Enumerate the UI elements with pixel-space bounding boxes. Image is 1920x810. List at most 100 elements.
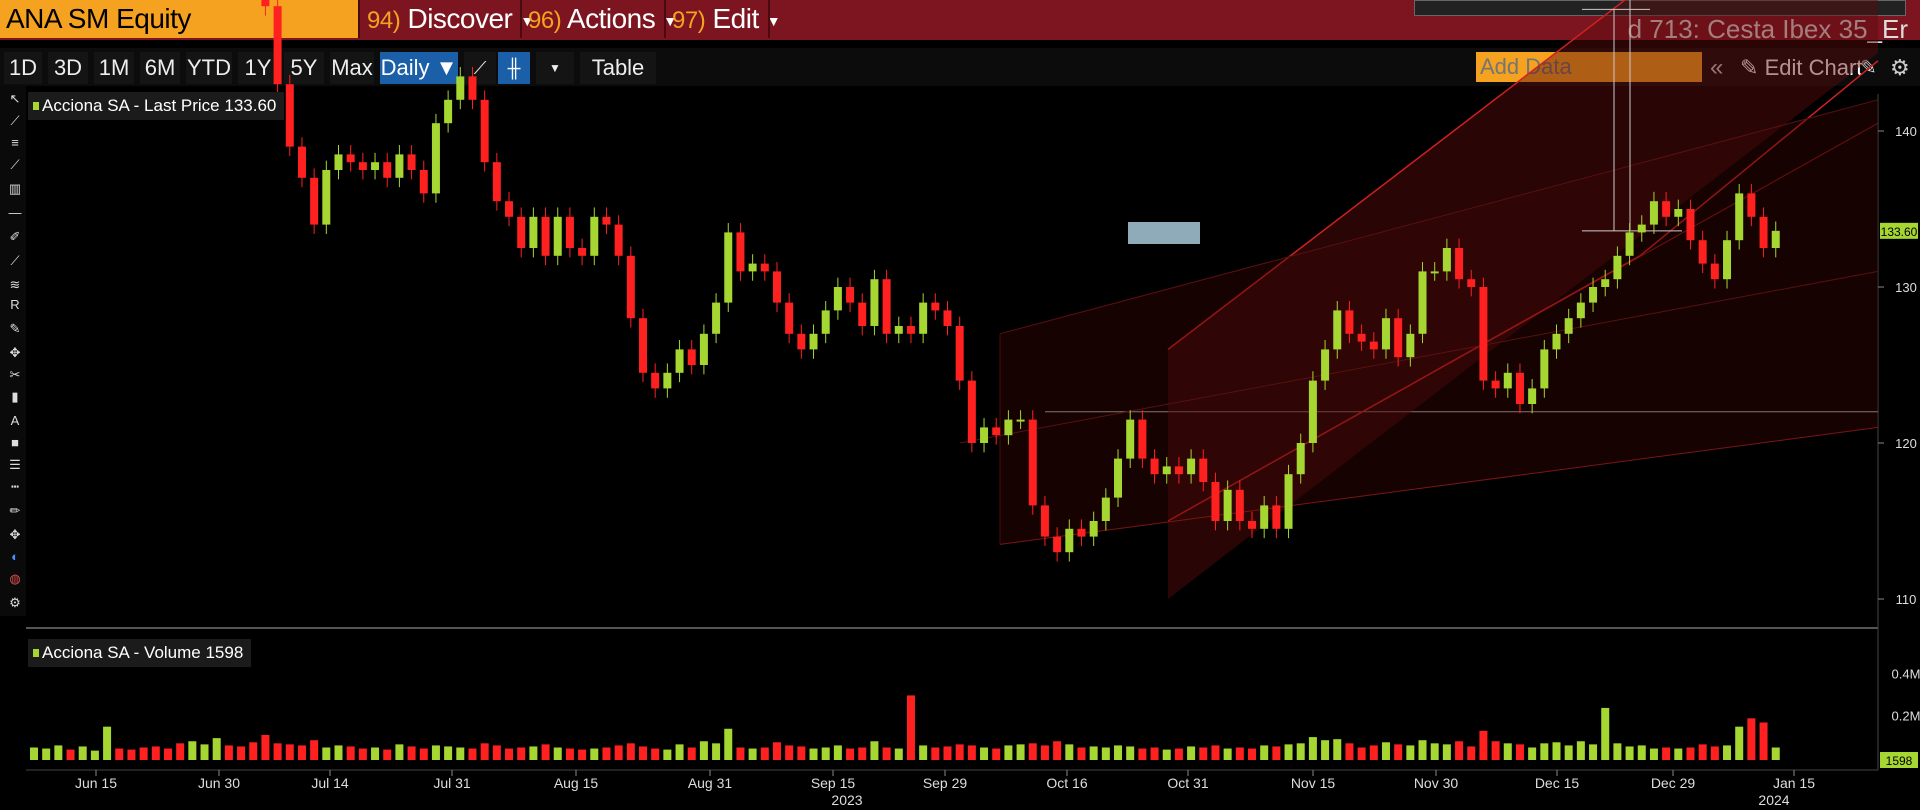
candle [651,372,660,389]
volume-bar [1284,744,1293,760]
volume-bar [1101,747,1110,760]
volume-bar [785,745,794,760]
candle [529,216,538,248]
candle [785,302,794,334]
y-tick-label: 140 [1895,124,1917,139]
volume-bar [651,748,660,760]
candle [1089,521,1098,537]
volume-bar [1698,744,1707,760]
candle [371,162,380,170]
candle [541,216,550,256]
volume-bar [90,750,99,760]
volume-bar [1126,746,1135,760]
volume-bar [846,748,855,760]
candle [1174,466,1183,475]
candle [1199,458,1208,482]
volume-bar [1491,741,1500,760]
candle [724,232,733,303]
volume-bar [712,743,721,760]
candle [1759,216,1768,248]
candle [590,216,599,256]
candle [505,201,514,217]
volume-bar [176,743,185,760]
volume-bar [78,746,87,760]
volume-bar [163,748,172,760]
volume-bar [529,746,538,760]
volume-bar [1637,745,1646,760]
candle [748,263,757,272]
volume-bar [103,726,112,760]
candle [1126,419,1135,459]
candle [919,302,928,334]
candle [894,326,903,334]
volume-bar [931,747,940,760]
volume-bar [553,747,562,760]
candle [480,99,489,163]
candle [1467,279,1476,287]
volume-bar [1223,748,1232,760]
volume-bar [431,745,440,760]
volume-bar [699,741,708,760]
volume-bar [358,748,367,760]
candle [663,372,672,389]
volume-bar [1467,746,1476,760]
volume-bar [1187,746,1196,760]
volume-bar [200,744,209,760]
candle [1223,489,1232,521]
x-tick-label: Jul 31 [433,775,471,791]
candle [1345,310,1354,334]
volume-layer [30,695,1780,760]
x-tick-label: Oct 16 [1046,775,1087,791]
candle [383,162,392,178]
volume-bar [395,744,404,760]
candle [1735,193,1744,241]
volume-bar [1162,749,1171,760]
volume-swatch [33,649,39,657]
candle [797,333,806,350]
candle [1065,528,1074,553]
price-chart[interactable]: 1101201301401501600.2M0.4MJun 15Jun 30Ju… [0,0,1920,810]
candle [687,349,696,365]
y-tick-label: 120 [1895,436,1917,451]
volume-bar [1065,744,1074,760]
volume-bar [882,747,891,760]
candle [639,318,647,373]
candle [1418,271,1427,334]
volume-bar [249,742,258,760]
volume-label: Acciona SA - Volume 1598 [42,643,244,662]
candle [1649,201,1658,225]
candle [846,287,855,303]
volume-bar [1199,747,1208,760]
candle [553,216,562,256]
volume-bar [590,748,599,760]
candle [1187,458,1196,475]
candle [1491,380,1500,389]
volume-bar [1308,737,1317,760]
volume-bar [1601,707,1610,760]
volume-bar [371,747,380,760]
candle [1637,224,1646,233]
volume-bar [602,747,611,760]
volume-bar [1260,745,1269,760]
candle [1321,349,1330,381]
candle [1248,521,1256,529]
volume-bar [468,748,477,760]
candle [1662,201,1671,217]
volume-bar [1649,748,1658,760]
candle [712,302,721,334]
candle [273,6,282,85]
candle [809,333,818,350]
volume-bar [1235,747,1244,760]
candle [1284,474,1293,529]
candle [456,76,465,100]
volume-bar [66,749,75,760]
volume-bar [760,747,769,760]
candle [1564,318,1573,334]
volume-bar [1515,744,1524,760]
volume-bar [675,744,684,760]
x-year-label: 2023 [831,792,862,808]
volume-bar [30,747,38,760]
candle [1369,341,1378,350]
x-tick-label: Aug 31 [688,775,733,791]
candle [772,271,781,303]
